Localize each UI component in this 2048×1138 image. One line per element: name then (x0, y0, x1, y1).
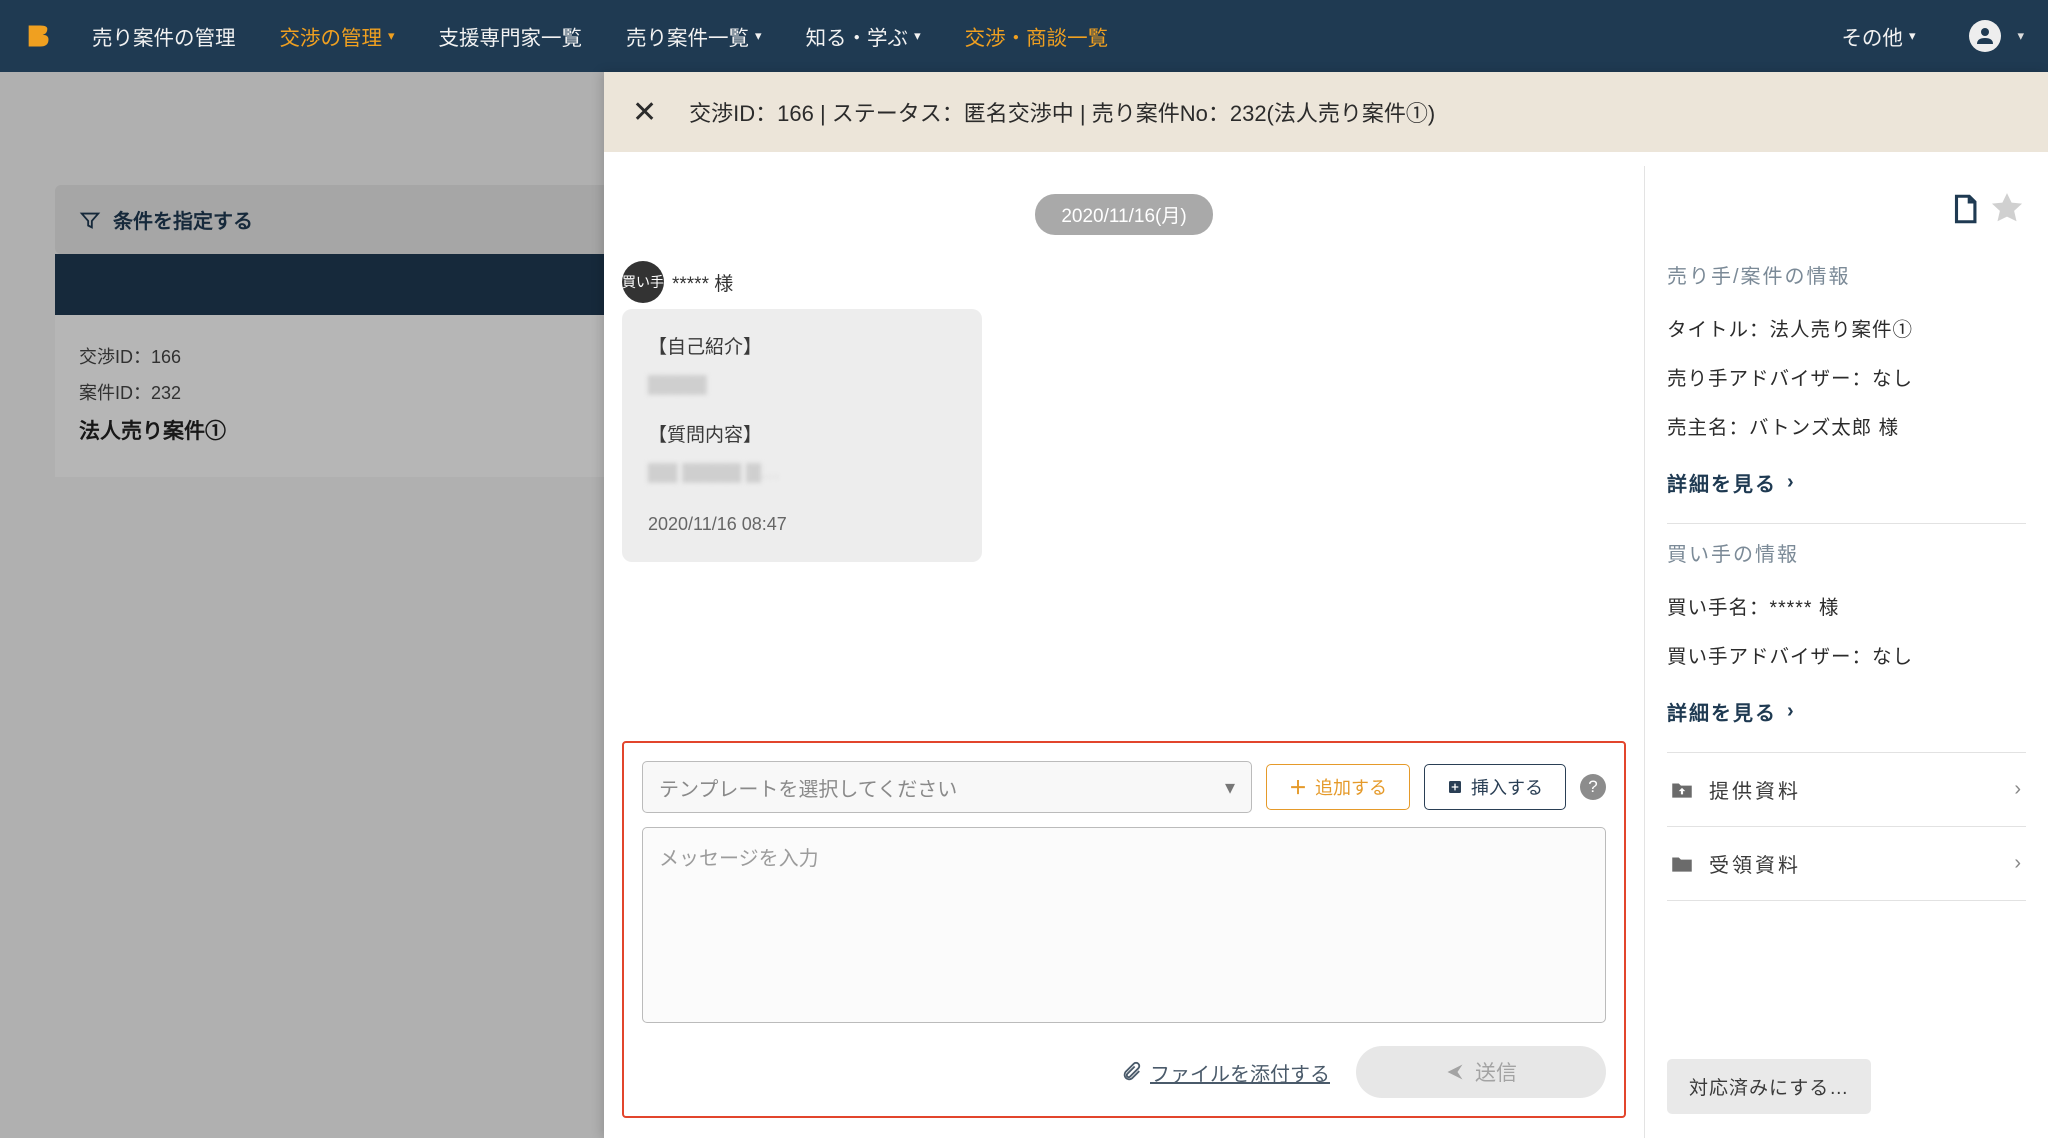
seller-title-line: タイトル：法人売り案件① (1667, 313, 2026, 342)
star-icon[interactable] (1988, 190, 2026, 228)
template-select[interactable]: テンプレートを選択してください ▾ (642, 761, 1252, 813)
docs-received-row[interactable]: 受領資料 › (1667, 826, 2026, 901)
slideover-panel: 2020/11/16(月) 買い手 ***** 様 【自己紹介】 ▇▇▇▇ 【質… (604, 72, 2048, 1138)
date-pill: 2020/11/16(月) (1035, 194, 1212, 235)
seller-section-title: 売り手/案件の情報 (1667, 260, 2026, 289)
panel-title: 交渉ID：166 | ステータス：匿名交渉中 | 売り案件No：232(法人売り… (689, 96, 1435, 128)
chevron-down-icon: ▾ (1909, 28, 1916, 44)
compose-area: テンプレートを選択してください ▾ ＋ 追加する 挿入する ? (622, 741, 1626, 1118)
message-bubble: 【自己紹介】 ▇▇▇▇ 【質問内容】 ▇▇ ▇▇▇▇ ▇… 2020/11/16… (622, 309, 982, 562)
bubble-blurred-text: ▇▇▇▇ (648, 366, 956, 403)
top-nav: 売り案件の管理 交渉の管理▾ 支援専門家一覧 売り案件一覧▾ 知る・学ぶ▾ 交渉… (0, 0, 2048, 72)
seller-detail-link[interactable]: 詳細を見る › (1667, 468, 2026, 497)
chevron-down-icon: ▾ (1225, 775, 1235, 800)
buyer-name-line: 買い手名：***** 様 (1667, 591, 2026, 620)
nav-item-negotiation-list[interactable]: 交渉・商談一覧 (965, 21, 1109, 51)
message-input[interactable] (642, 827, 1606, 1023)
send-button[interactable]: 送信 (1356, 1046, 1606, 1098)
send-icon (1445, 1062, 1465, 1082)
chevron-right-icon: › (1787, 700, 1796, 723)
paperclip-icon (1120, 1061, 1142, 1083)
plus-icon: ＋ (1289, 774, 1307, 800)
insert-template-button[interactable]: 挿入する (1424, 764, 1566, 810)
help-icon[interactable]: ? (1580, 774, 1606, 800)
nav-item-experts[interactable]: 支援専門家一覧 (439, 21, 583, 51)
chevron-right-icon: › (1787, 471, 1796, 494)
bubble-blurred-text: ▇▇ ▇▇▇▇ ▇… (648, 454, 956, 491)
seller-owner-line: 売主名：バトンズ太郎 様 (1667, 411, 2026, 440)
chevron-right-icon: › (2014, 778, 2024, 801)
docs-provided-row[interactable]: 提供資料 › (1667, 752, 2026, 826)
nav-item-other[interactable]: その他▾ (1841, 21, 1915, 51)
info-column: 売り手/案件の情報 タイトル：法人売り案件① 売り手アドバイザー：なし 売主名：… (1644, 166, 2048, 1138)
nav-item-sell-list[interactable]: 売り案件一覧▾ (626, 21, 762, 51)
buyer-section-title: 買い手の情報 (1667, 538, 2026, 567)
message-block: 買い手 ***** 様 【自己紹介】 ▇▇▇▇ 【質問内容】 ▇▇ ▇▇▇▇ ▇… (622, 261, 1626, 562)
account-icon[interactable] (1969, 20, 2001, 52)
bubble-timestamp: 2020/11/16 08:47 (648, 507, 956, 542)
nav-item-sell-manage[interactable]: 売り案件の管理 (92, 21, 236, 51)
chevron-down-icon: ▾ (2017, 28, 2024, 44)
close-icon[interactable]: ✕ (632, 95, 657, 130)
buyer-adviser-line: 買い手アドバイザー：なし (1667, 640, 2026, 669)
chat-column: 2020/11/16(月) 買い手 ***** 様 【自己紹介】 ▇▇▇▇ 【質… (604, 166, 1644, 1138)
buyer-badge-icon: 買い手 (622, 261, 664, 303)
chevron-down-icon: ▾ (914, 28, 921, 44)
folder-icon (1669, 851, 1695, 877)
chevron-down-icon: ▾ (755, 28, 762, 44)
chevron-right-icon: › (2014, 852, 2024, 875)
bubble-section-question: 【質問内容】 (648, 417, 956, 454)
folder-upload-icon (1669, 777, 1695, 803)
nav-item-learn[interactable]: 知る・学ぶ▾ (806, 21, 921, 51)
chevron-down-icon: ▾ (388, 28, 395, 44)
nav-item-negotiation-manage[interactable]: 交渉の管理▾ (280, 21, 395, 51)
attach-file-link[interactable]: ファイルを添付する (1120, 1058, 1330, 1087)
logo-icon (24, 22, 52, 50)
insert-icon (1447, 779, 1463, 795)
seller-adviser-line: 売り手アドバイザー：なし (1667, 362, 2026, 391)
document-icon[interactable] (1948, 192, 1982, 226)
add-template-button[interactable]: ＋ 追加する (1266, 764, 1410, 810)
panel-header: ✕ 交渉ID：166 | ステータス：匿名交渉中 | 売り案件No：232(法人… (604, 72, 2048, 152)
mark-done-button[interactable]: 対応済みにする… (1667, 1059, 1871, 1114)
buyer-detail-link[interactable]: 詳細を見る › (1667, 697, 2026, 726)
sender-name: ***** 様 (672, 269, 733, 296)
bubble-section-intro: 【自己紹介】 (648, 329, 956, 366)
